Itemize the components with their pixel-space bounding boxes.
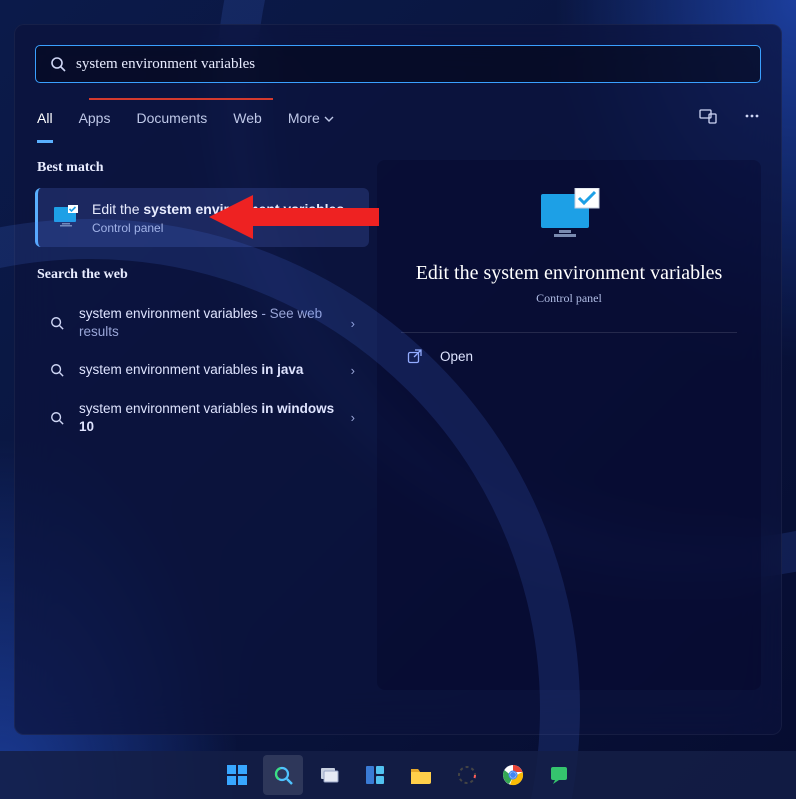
app2-button[interactable]	[539, 755, 579, 795]
taskbar	[0, 751, 796, 799]
app-button[interactable]	[447, 755, 487, 795]
search-icon	[50, 56, 66, 72]
chrome-button[interactable]	[493, 755, 533, 795]
widgets-icon	[364, 764, 386, 786]
web-result-label: system environment variables - See web r…	[79, 305, 337, 341]
task-view-button[interactable]	[309, 755, 349, 795]
circle-app-icon	[456, 764, 478, 786]
search-icon	[50, 316, 64, 330]
preview-title: Edit the system environment variables	[401, 262, 737, 285]
best-match-title: Edit the system environment variables	[92, 200, 344, 219]
widgets-button[interactable]	[355, 755, 395, 795]
search-panel: All Apps Documents Web More Best match E…	[14, 24, 782, 735]
web-result-item[interactable]: system environment variables - See web r…	[35, 295, 369, 351]
devices-icon[interactable]	[699, 107, 717, 142]
results-column: Best match Edit the system environment v…	[35, 160, 369, 690]
tab-apps[interactable]: Apps	[79, 110, 111, 140]
open-external-icon	[407, 349, 422, 364]
chevron-right-icon: ›	[351, 363, 355, 378]
task-view-icon	[318, 764, 340, 786]
start-button[interactable]	[217, 755, 257, 795]
search-bar[interactable]	[35, 45, 761, 83]
search-icon	[272, 764, 294, 786]
tab-more[interactable]: More	[288, 110, 334, 140]
search-button[interactable]	[263, 755, 303, 795]
chat-icon	[548, 764, 570, 786]
monitor-settings-icon	[537, 188, 601, 246]
more-icon[interactable]	[743, 107, 761, 142]
preview-pane: Edit the system environment variables Co…	[377, 160, 761, 690]
filter-tabs: All Apps Documents Web More	[37, 107, 761, 142]
tab-all[interactable]: All	[37, 110, 53, 143]
search-icon	[50, 363, 64, 377]
web-result-item[interactable]: system environment variables in java ›	[35, 351, 369, 389]
divider	[401, 332, 737, 333]
windows-icon	[226, 764, 248, 786]
monitor-settings-icon	[52, 203, 80, 231]
preview-subtitle: Control panel	[401, 291, 737, 306]
open-action[interactable]: Open	[401, 341, 737, 372]
search-icon	[50, 411, 64, 425]
chevron-down-icon	[324, 114, 334, 124]
web-result-label: system environment variables in windows …	[79, 400, 337, 436]
annotation-underline	[89, 98, 273, 100]
explorer-button[interactable]	[401, 755, 441, 795]
web-result-label: system environment variables in java	[79, 361, 337, 379]
best-match-subtitle: Control panel	[92, 221, 344, 235]
web-result-item[interactable]: system environment variables in windows …	[35, 390, 369, 446]
web-results-header: Search the web	[37, 267, 369, 283]
best-match-item[interactable]: Edit the system environment variables Co…	[35, 188, 369, 247]
open-label: Open	[440, 349, 473, 364]
search-input[interactable]	[76, 56, 746, 73]
best-match-header: Best match	[37, 160, 369, 176]
chevron-right-icon: ›	[351, 410, 355, 425]
chevron-right-icon: ›	[351, 316, 355, 331]
chrome-icon	[502, 764, 524, 786]
folder-icon	[409, 764, 433, 786]
tab-web[interactable]: Web	[233, 110, 262, 140]
tab-documents[interactable]: Documents	[136, 110, 207, 140]
